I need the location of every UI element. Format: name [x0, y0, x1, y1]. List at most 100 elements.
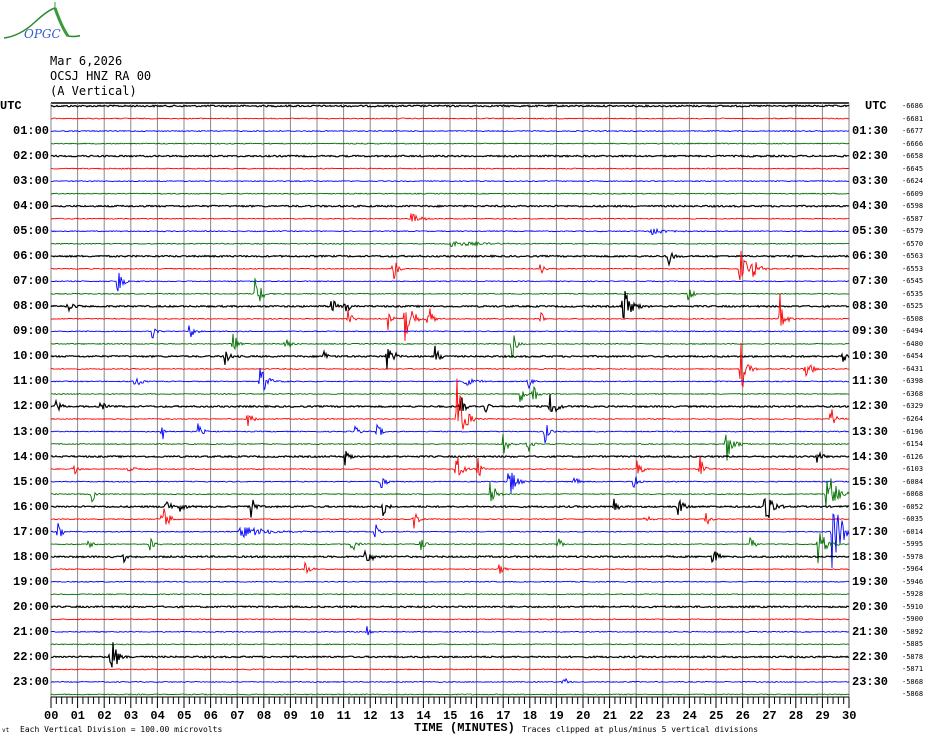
- x-axis-title: TIME (MINUTES): [414, 721, 515, 735]
- row-offset-value: -5878: [902, 652, 924, 661]
- right-time-label: 21:30: [852, 624, 889, 639]
- x-tick-label: 27: [762, 709, 777, 723]
- trace-row: [50, 167, 850, 170]
- right-time-label: 10:30: [852, 349, 889, 364]
- left-time-label: 01:00: [13, 124, 50, 139]
- x-tick-label: 09: [283, 709, 298, 723]
- right-time-label: 01:30: [852, 124, 889, 139]
- left-time-label: 03:00: [13, 174, 50, 189]
- row-offset-value: -6579: [902, 227, 924, 236]
- scale-note: Each Vertical Division = 100.00 microvol…: [20, 725, 223, 734]
- left-time-label: 13:00: [13, 424, 50, 439]
- row-offset-value: -6587: [902, 214, 924, 223]
- left-time-label: 02:00: [13, 149, 50, 164]
- row-offset-value: -6658: [902, 152, 924, 161]
- right-time-label: 09:30: [852, 324, 889, 339]
- left-time-label: 08:00: [13, 299, 50, 314]
- right-time-label: 14:30: [852, 449, 889, 464]
- row-offset-value: -6681: [902, 114, 924, 123]
- row-offset-value: -6686: [902, 102, 924, 110]
- row-offset-value: -6545: [902, 277, 924, 286]
- left-time-label: 04:00: [13, 199, 50, 214]
- left-time-label: 11:00: [13, 374, 50, 389]
- row-offset-value: -5964: [902, 565, 924, 574]
- row-offset-value: -6535: [902, 289, 924, 298]
- right-time-label: 05:30: [852, 224, 889, 239]
- x-tick-label: 30: [842, 709, 857, 723]
- x-tick-label: 00: [44, 709, 59, 723]
- x-tick-label: 24: [682, 709, 697, 723]
- x-tick-label: 03: [123, 709, 139, 723]
- right-time-label: 13:30: [852, 424, 889, 439]
- left-time-label: 10:00: [13, 349, 50, 364]
- x-tick-label: 26: [735, 709, 750, 723]
- left-time-label: 22:00: [13, 649, 50, 664]
- x-tick-label: 04: [150, 709, 165, 723]
- row-offset-value: -6154: [902, 440, 924, 449]
- left-time-label: 14:00: [13, 449, 50, 464]
- left-time-label: 18:00: [13, 549, 50, 564]
- x-tick-label: 12: [363, 709, 378, 723]
- corner-mark: vt: [2, 727, 10, 734]
- left-time-label: 05:00: [13, 224, 50, 239]
- row-offset-value: -5946: [902, 577, 924, 586]
- row-offset-value: -6494: [902, 327, 924, 336]
- right-time-label: 06:30: [852, 249, 889, 264]
- row-offset-value: -6368: [902, 389, 924, 398]
- x-tick-label: 22: [629, 709, 644, 723]
- row-offset-value: -5868: [902, 677, 924, 686]
- right-time-label: 23:30: [852, 674, 889, 689]
- x-tick-label: 25: [709, 709, 724, 723]
- row-offset-value: -6508: [902, 314, 924, 323]
- row-offset-value: -6525: [902, 302, 924, 311]
- x-tick-label: 18: [522, 709, 538, 723]
- left-time-label: 15:00: [13, 474, 50, 489]
- row-offset-value: -5892: [902, 627, 924, 636]
- row-offset-value: -6563: [902, 252, 924, 261]
- x-tick-label: 21: [602, 709, 617, 723]
- right-time-label: 17:30: [852, 524, 889, 539]
- row-offset-value: -6084: [902, 477, 924, 486]
- left-time-label: 17:00: [13, 524, 50, 539]
- row-offset-value: -6126: [902, 452, 924, 461]
- row-offset-value: -6103: [902, 465, 924, 474]
- x-tick-label: 01: [70, 709, 85, 723]
- right-time-label: UTC: [865, 99, 887, 113]
- left-time-label: 09:00: [13, 324, 50, 339]
- x-tick-label: 06: [203, 709, 218, 723]
- row-offset-value: -6398: [902, 377, 924, 386]
- right-time-label: 22:30: [852, 649, 889, 664]
- x-tick-label: 11: [336, 709, 351, 723]
- row-offset-value: -5868: [902, 690, 924, 699]
- row-offset-value: -5885: [902, 640, 924, 649]
- row-offset-value: -6570: [902, 239, 924, 248]
- right-time-label: 08:30: [852, 299, 889, 314]
- x-tick-label: 02: [97, 709, 112, 723]
- right-time-label: 16:30: [852, 499, 889, 514]
- row-offset-value: -5978: [902, 552, 924, 561]
- right-time-label: 20:30: [852, 599, 889, 614]
- right-time-label: 11:30: [852, 374, 889, 389]
- row-offset-value: -6624: [902, 177, 924, 186]
- row-offset-value: -5900: [902, 615, 924, 624]
- left-time-label: 19:00: [13, 574, 50, 589]
- row-offset-value: -6431: [902, 364, 924, 373]
- right-time-label: 19:30: [852, 574, 889, 589]
- row-offset-value: -6553: [902, 264, 924, 273]
- right-time-label: 12:30: [852, 399, 889, 414]
- row-offset-value: -6052: [902, 502, 924, 511]
- row-offset-value: -6264: [902, 415, 924, 423]
- x-tick-label: 05: [177, 709, 192, 723]
- trace-row: [50, 643, 850, 646]
- row-offset-value: -5871: [902, 665, 924, 674]
- right-time-label: 03:30: [852, 174, 889, 189]
- x-tick-label: 23: [655, 709, 671, 723]
- row-offset-value: -5910: [902, 602, 924, 611]
- clip-note: Traces clipped at plus/minus 5 vertical …: [522, 725, 759, 734]
- left-time-label: UTC: [0, 99, 22, 113]
- x-tick-label: 08: [256, 709, 272, 723]
- x-tick-label: 28: [788, 709, 804, 723]
- row-offset-value: -6645: [902, 164, 924, 173]
- row-offset-value: -6454: [902, 352, 924, 361]
- row-offset-value: -6196: [902, 427, 924, 436]
